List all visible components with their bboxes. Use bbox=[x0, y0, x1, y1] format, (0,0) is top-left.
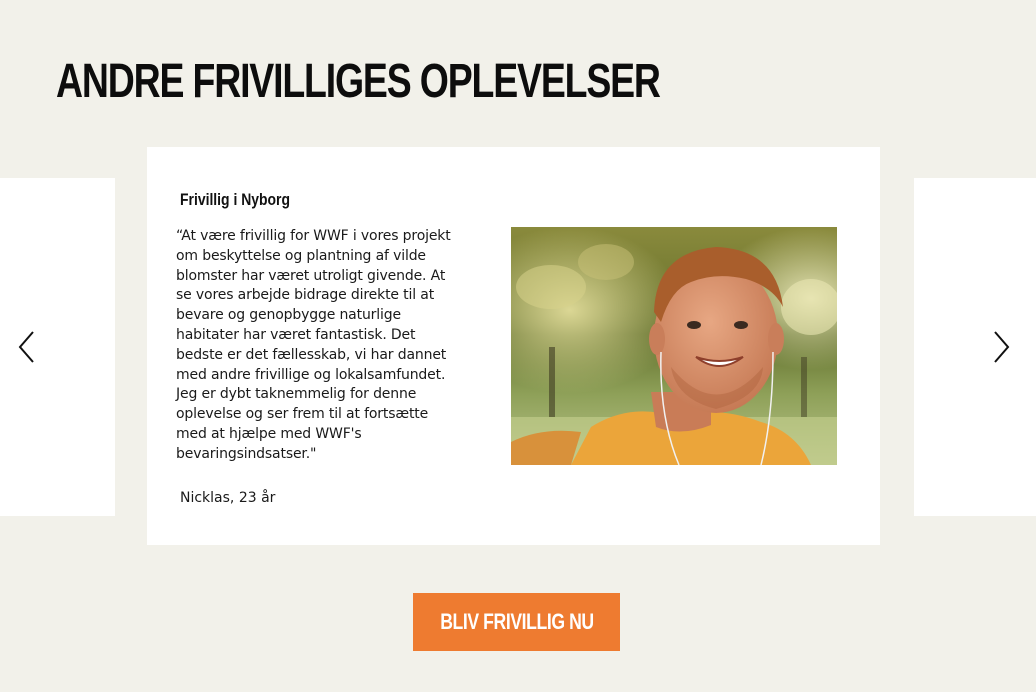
volunteer-photo bbox=[511, 227, 837, 465]
carousel-prev-button[interactable] bbox=[16, 328, 38, 366]
chevron-left-icon bbox=[18, 331, 34, 363]
carousel-next-button[interactable] bbox=[990, 328, 1012, 366]
testimonial-quote: “At være frivillig for WWF i vores proje… bbox=[176, 228, 451, 462]
become-volunteer-label: BLIV FRIVILLIG NU bbox=[439, 609, 594, 634]
testimonial-author: Nicklas, 23 år bbox=[180, 490, 276, 506]
testimonial-heading: Frivillig i Nyborg bbox=[180, 190, 290, 209]
next-slide-card[interactable] bbox=[914, 178, 1036, 516]
page-title: ANDRE FRIVILLIGES OPLEVELSER bbox=[56, 55, 661, 108]
testimonial-card: Frivillig i Nyborg “At være frivillig fo… bbox=[147, 147, 880, 545]
become-volunteer-button[interactable]: BLIV FRIVILLIG NU bbox=[413, 593, 620, 651]
chevron-right-icon bbox=[994, 331, 1010, 363]
